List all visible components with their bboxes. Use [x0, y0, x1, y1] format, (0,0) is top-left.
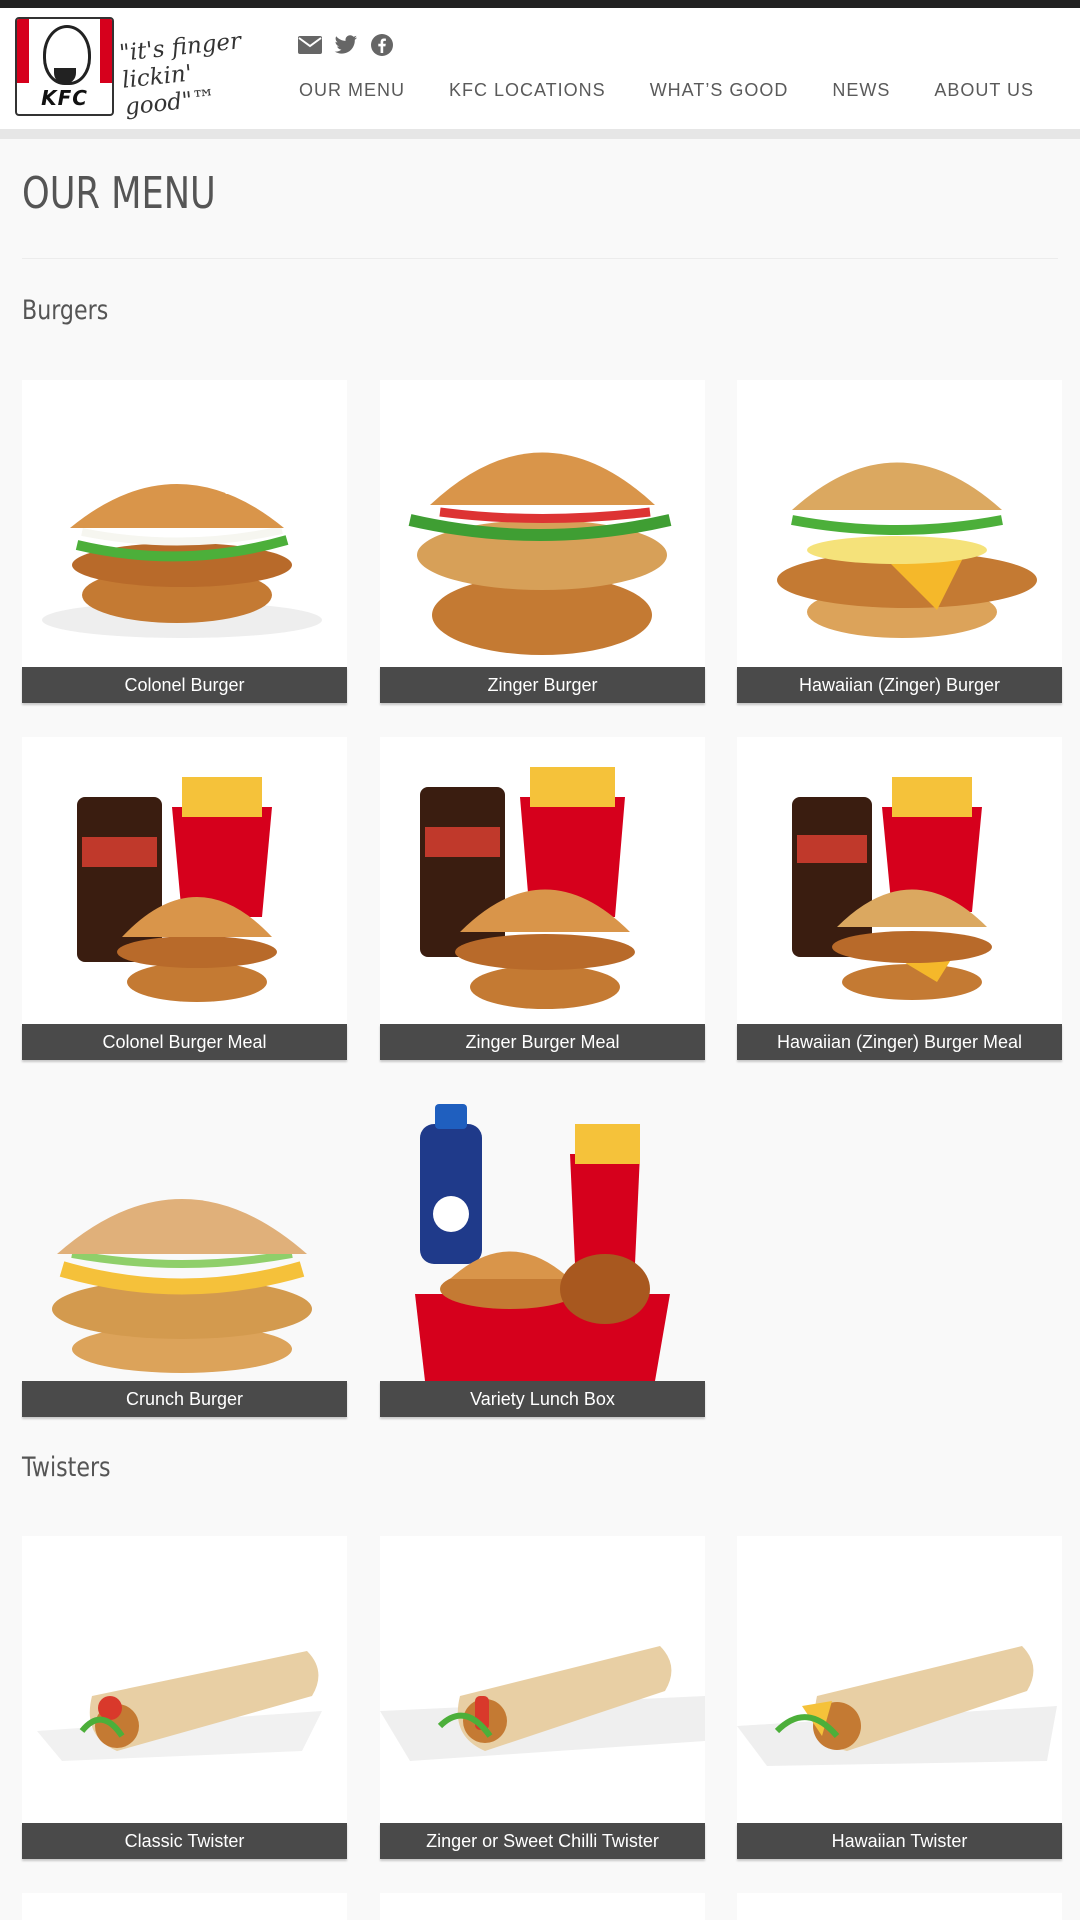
- colonel-icon: [43, 25, 91, 85]
- twitter-icon[interactable]: [333, 32, 359, 58]
- menu-card-partial[interactable]: [22, 1893, 347, 1920]
- nav-about-us[interactable]: ABOUT US: [934, 80, 1034, 101]
- menu-card[interactable]: Colonel Burger Meal: [22, 737, 347, 1060]
- menu-item-name[interactable]: Classic Twister: [22, 1823, 347, 1859]
- site-header: KFC "it's finger lickin' good"™ OUR MENU…: [0, 8, 1080, 139]
- menu-card[interactable]: Hawaiian Twister: [737, 1536, 1062, 1859]
- burger-image: [737, 380, 1062, 667]
- page-title: OUR MENU: [22, 168, 216, 219]
- menu-item-name[interactable]: Hawaiian (Zinger) Burger: [737, 667, 1062, 703]
- wrap-image: [737, 1536, 1062, 1823]
- menu-item-name[interactable]: Variety Lunch Box: [380, 1381, 705, 1417]
- menu-item-name[interactable]: Zinger Burger: [380, 667, 705, 703]
- meal-image: [22, 737, 347, 1024]
- menu-card-partial[interactable]: [737, 1893, 1062, 1920]
- menu-item-name[interactable]: Zinger Burger Meal: [380, 1024, 705, 1060]
- facebook-icon[interactable]: [369, 32, 395, 58]
- menu-card[interactable]: Zinger Burger: [380, 380, 705, 703]
- nav-kfc-locations[interactable]: KFC LOCATIONS: [449, 80, 606, 101]
- lunch-box-image: [380, 1094, 705, 1381]
- main-nav: OUR MENU KFC LOCATIONS WHAT’S GOOD NEWS …: [299, 80, 1078, 101]
- tagline: "it's finger lickin' good"™: [118, 28, 243, 121]
- nav-our-menu[interactable]: OUR MENU: [299, 80, 405, 101]
- menu-item-name[interactable]: Colonel Burger Meal: [22, 1024, 347, 1060]
- top-bar: [0, 0, 1080, 8]
- wrap-image: [22, 1536, 347, 1823]
- wrap-image: [380, 1536, 705, 1823]
- menu-card[interactable]: Hawaiian (Zinger) Burger Meal: [737, 737, 1062, 1060]
- menu-card[interactable]: Zinger Burger Meal: [380, 737, 705, 1060]
- burger-image: [22, 380, 347, 667]
- meal-image: [380, 737, 705, 1024]
- section-title-burgers: Burgers: [22, 295, 109, 326]
- menu-card-partial[interactable]: [380, 1893, 705, 1920]
- menu-card[interactable]: Crunch Burger: [22, 1094, 347, 1417]
- kfc-logo[interactable]: KFC: [15, 17, 114, 116]
- section-title-twisters: Twisters: [22, 1452, 111, 1483]
- menu-card[interactable]: Classic Twister: [22, 1536, 347, 1859]
- social-links: [297, 32, 395, 62]
- menu-item-name[interactable]: Crunch Burger: [22, 1381, 347, 1417]
- burger-image: [22, 1094, 347, 1381]
- menu-item-name[interactable]: Hawaiian Twister: [737, 1823, 1062, 1859]
- envelope-icon[interactable]: [297, 32, 323, 58]
- menu-card[interactable]: Hawaiian (Zinger) Burger: [737, 380, 1062, 703]
- meal-image: [737, 737, 1062, 1024]
- menu-card[interactable]: Variety Lunch Box: [380, 1094, 705, 1417]
- divider: [22, 258, 1058, 259]
- nav-whats-good[interactable]: WHAT’S GOOD: [650, 80, 789, 101]
- nav-news[interactable]: NEWS: [832, 80, 890, 101]
- menu-item-name[interactable]: Hawaiian (Zinger) Burger Meal: [737, 1024, 1062, 1060]
- menu-card[interactable]: Colonel Burger: [22, 380, 347, 703]
- menu-card[interactable]: Zinger or Sweet Chilli Twister: [380, 1536, 705, 1859]
- menu-item-name[interactable]: Zinger or Sweet Chilli Twister: [380, 1823, 705, 1859]
- burger-image: [380, 380, 705, 667]
- menu-item-name[interactable]: Colonel Burger: [22, 667, 347, 703]
